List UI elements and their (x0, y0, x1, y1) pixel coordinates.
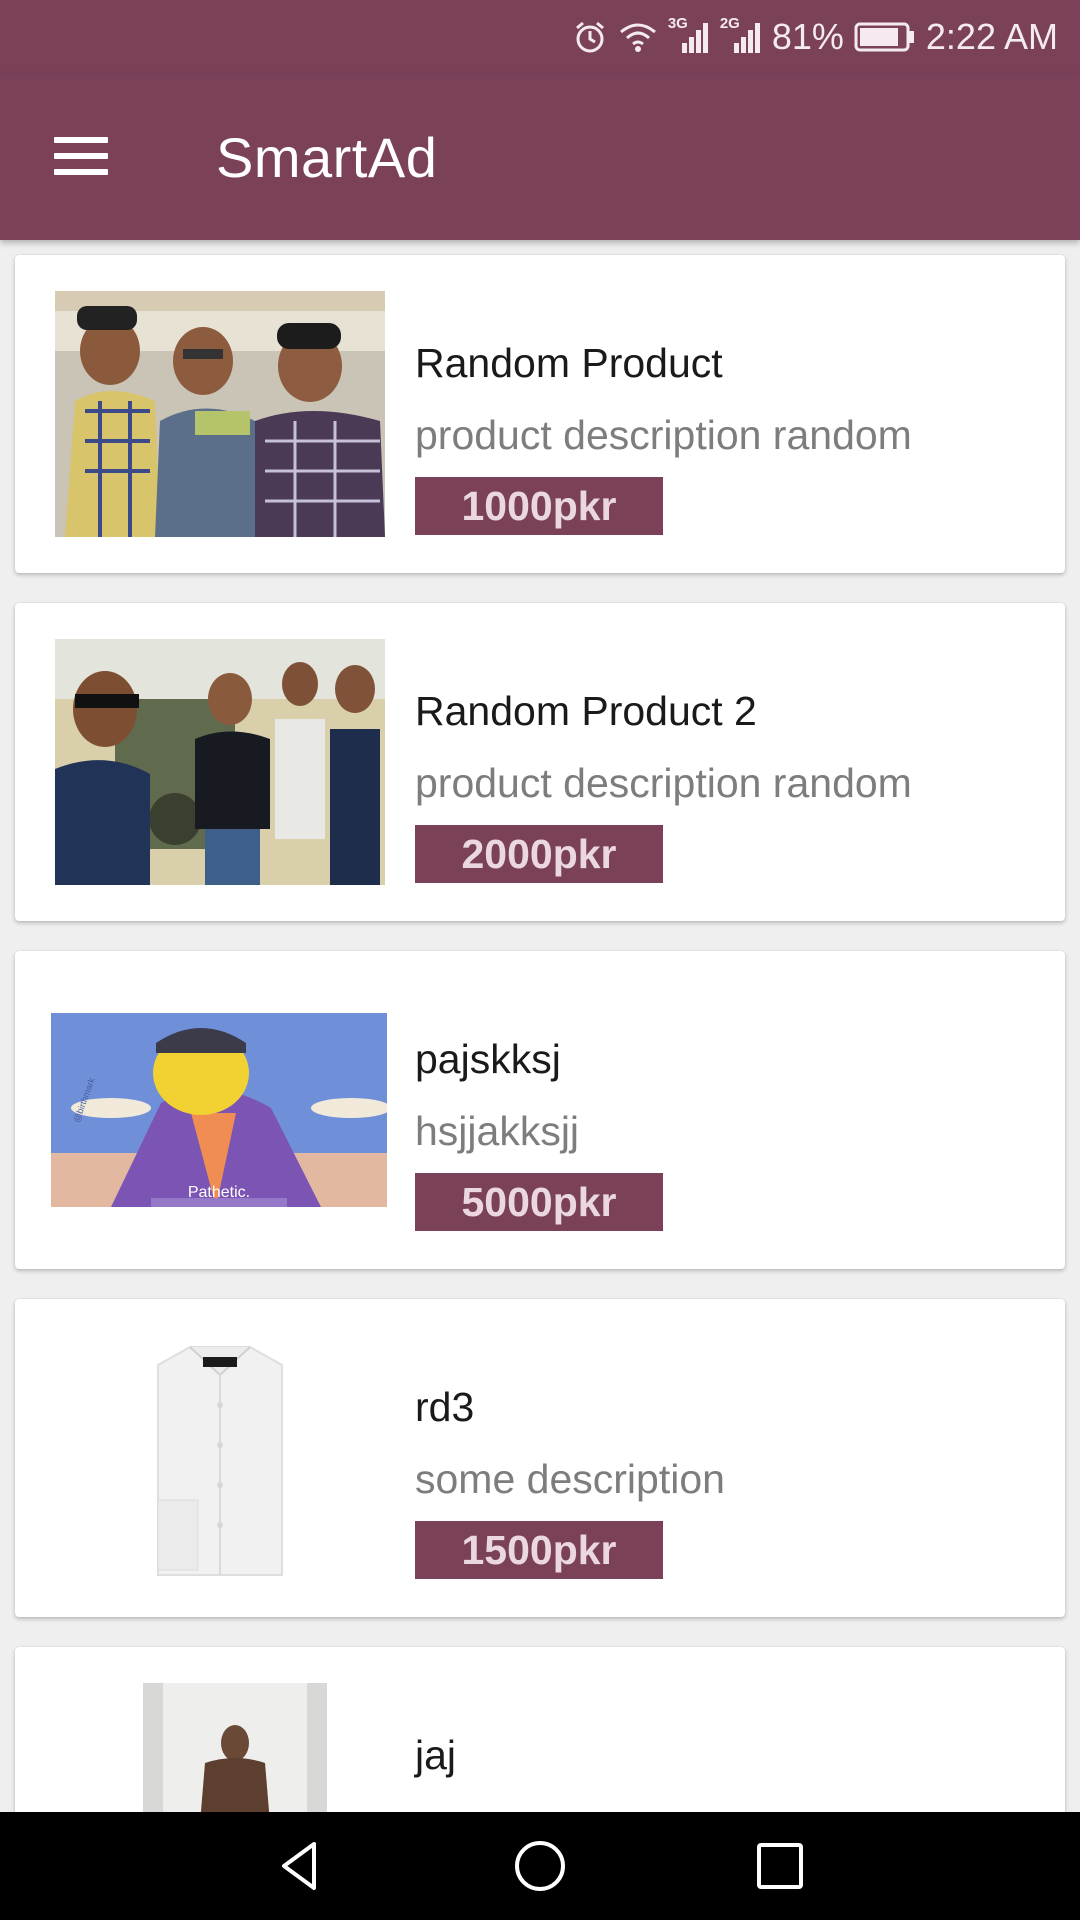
product-card[interactable]: Random Product 2 product description ran… (15, 603, 1065, 921)
product-card[interactable]: Pathetic. @birthmark pajskksj hsjjakksjj… (15, 951, 1065, 1269)
product-info: rd3 some description 1500pkr (415, 1379, 1035, 1579)
product-info: pajskksj hsjjakksjj 5000pkr (415, 1031, 1035, 1231)
product-info: Random Product 2 product description ran… (415, 683, 1035, 883)
image-caption: Pathetic. (188, 1184, 250, 1201)
status-time: 2:22 AM (925, 16, 1058, 57)
network-type-2: 2G (719, 15, 740, 32)
product-price: 1500pkr (415, 1521, 663, 1579)
product-name: rd3 (415, 1384, 475, 1430)
product-list[interactable]: Random Product product description rando… (0, 240, 1080, 1812)
battery-icon (854, 21, 916, 53)
product-image: Pathetic. @birthmark (51, 987, 387, 1233)
back-icon[interactable] (270, 1836, 330, 1896)
wifi-icon (618, 20, 658, 54)
product-image (55, 291, 385, 537)
navigation-bar (0, 1812, 1080, 1920)
product-description: hsjjakksjj (415, 1108, 580, 1154)
alarm-icon (572, 19, 608, 55)
hamburger-line (54, 137, 108, 143)
product-price: 2000pkr (415, 825, 663, 883)
home-icon[interactable] (510, 1836, 570, 1896)
product-info: Random Product product description rando… (415, 335, 1035, 535)
product-name: jaj (415, 1732, 457, 1778)
status-bar: 3G 2G 81% 2:22 AM (0, 0, 1080, 75)
app-bar: SmartAd (0, 75, 1080, 240)
hamburger-line (54, 169, 108, 175)
product-info: jaj (415, 1727, 1035, 1783)
product-card[interactable]: rd3 some description 1500pkr (15, 1299, 1065, 1617)
product-price: 1000pkr (415, 477, 663, 535)
network-type-1: 3G (667, 15, 688, 32)
product-card[interactable]: jaj (15, 1647, 1065, 1812)
product-name: pajskksj (415, 1036, 561, 1082)
battery-percent: 81% (771, 16, 844, 57)
app-title: SmartAd (216, 126, 438, 189)
product-image (55, 639, 385, 885)
hamburger-line (54, 153, 108, 159)
status-icons: 3G 2G 81% 2:22 AM (572, 12, 1058, 62)
product-image (55, 1335, 385, 1581)
product-description: product description random (415, 760, 912, 806)
signal-icon: 2G (720, 15, 762, 55)
product-name: Random Product 2 (415, 688, 757, 734)
recents-icon[interactable] (750, 1836, 810, 1896)
product-image (55, 1683, 385, 1812)
product-description: product description random (415, 412, 912, 458)
hamburger-icon[interactable] (48, 131, 114, 181)
screen: 3G 2G 81% 2:22 AM SmartAd Random Product… (0, 0, 1080, 1920)
product-description: some description (415, 1456, 725, 1502)
product-card[interactable]: Random Product product description rando… (15, 255, 1065, 573)
signal-icon: 3G (668, 15, 710, 55)
product-name: Random Product (415, 340, 723, 386)
product-price: 5000pkr (415, 1173, 663, 1231)
